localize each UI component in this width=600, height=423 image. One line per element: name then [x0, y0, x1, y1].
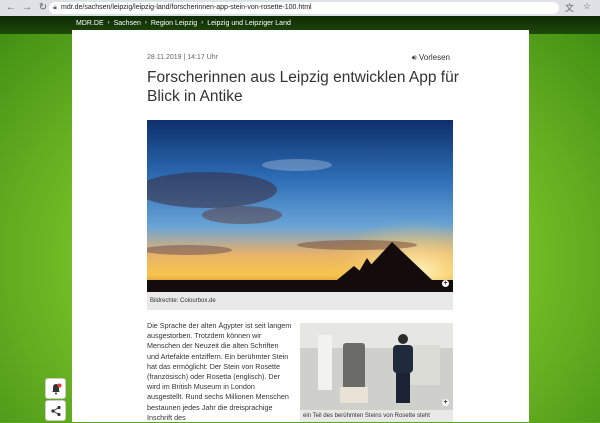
url-text: mdr.de/sachsen/leipzig/leipzig-land/fors… [61, 4, 312, 11]
lock-icon: 🔒︎ [53, 4, 57, 11]
forward-icon[interactable]: → [20, 1, 34, 15]
speaker-icon: 🔊︎ [411, 53, 417, 62]
bell-icon [51, 383, 61, 394]
article-container: 28.11.2019 | 14:17 Uhr 🔊︎ Vorlesen Forsc… [72, 30, 529, 422]
article-body: Die Sprache der alten Ägypter ist seit l… [147, 321, 292, 422]
expand-icon[interactable]: + [442, 399, 449, 406]
translate-icon[interactable]: 文 [565, 1, 574, 14]
breadcrumb-item-sachsen[interactable]: Sachsen [114, 20, 141, 27]
chevron-right-icon: › [201, 20, 204, 26]
expand-icon[interactable]: + [442, 280, 449, 287]
star-icon[interactable]: ☆ [583, 1, 591, 12]
share-button[interactable] [45, 400, 66, 421]
notification-button[interactable] [45, 378, 66, 399]
hero-image[interactable]: + [147, 120, 453, 292]
rosetta-stone-image[interactable]: + [300, 323, 453, 410]
share-icon [50, 405, 61, 416]
address-bar[interactable]: 🔒︎ mdr.de/sachsen/leipzig/leipzig-land/f… [49, 2, 559, 14]
breadcrumb-item-region[interactable]: Region Leipzig [151, 20, 197, 27]
article-title: Forscherinnen aus Leipzig entwicklen App… [147, 69, 459, 105]
pyramids-sunset-image [147, 120, 453, 292]
chevron-right-icon: › [144, 20, 147, 26]
reload-icon[interactable]: ↻ [36, 1, 50, 15]
thumb-caption: ein Teil des berühmten Steins von Rosett… [300, 410, 453, 422]
breadcrumb-item-mdr[interactable]: MDR.DE [76, 20, 104, 27]
article-date: 28.11.2019 | 14:17 Uhr [147, 54, 218, 61]
read-aloud-button[interactable]: 🔊︎ Vorlesen [412, 53, 450, 63]
chevron-right-icon: › [107, 20, 110, 26]
museum-photo [300, 323, 453, 410]
read-aloud-label: Vorlesen [418, 53, 450, 62]
breadcrumb-item-leipzig[interactable]: Leipzig und Leipziger Land [207, 20, 291, 27]
breadcrumb: MDR.DE › Sachsen › Region Leipzig › Leip… [76, 17, 291, 29]
hero-caption: Bildrechte: Colourbox.de [147, 292, 453, 310]
back-icon[interactable]: ← [4, 1, 18, 15]
